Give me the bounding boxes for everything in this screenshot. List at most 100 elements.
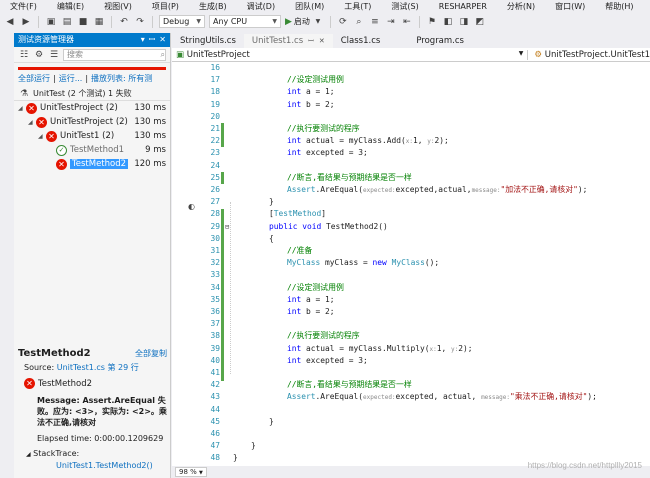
zoom-select[interactable]: 98 % ▼ (175, 467, 207, 477)
line-number: 26 (210, 185, 220, 194)
code-text: myClass = (320, 258, 373, 268)
new-item-icon[interactable]: ▣ (45, 16, 57, 28)
tab-class1[interactable]: Class1.cs (333, 34, 389, 48)
menu-test[interactable]: 测试(S) (378, 0, 425, 13)
bookmark-icon[interactable]: ⚑ (426, 16, 438, 28)
save-all-icon[interactable]: ▦ (93, 16, 105, 28)
source-link[interactable]: UnitTest1.cs 第 29 行 (57, 363, 139, 372)
passed-icon: ✓ (56, 144, 67, 156)
outdent-icon[interactable]: ⇤ (401, 16, 413, 28)
back-icon[interactable]: ◀ (4, 16, 16, 28)
project-dropdown[interactable]: ▣ UnitTestProject ▼ (172, 49, 529, 60)
menu-edit[interactable]: 编辑(E) (44, 0, 91, 13)
pin-icon[interactable]: ꟷ (149, 33, 156, 47)
line-number: 23 (210, 148, 220, 158)
code-text: 1, (413, 136, 428, 146)
code-type: Assert (287, 185, 316, 194)
clear-bookmarks-icon[interactable]: ◩ (474, 16, 486, 28)
code-keyword: new (372, 258, 387, 268)
code-comment: //断言,看结果与预期结果是否一样 (287, 380, 412, 390)
configuration-value: Debug (163, 17, 190, 26)
playlist-link[interactable]: 播放列表: 所有测 (91, 73, 152, 84)
menu-debug[interactable]: 调试(D) (234, 0, 282, 13)
expand-icon[interactable]: ◢ (18, 105, 26, 112)
tree-node-label-selected: TestMethod2 (70, 159, 129, 169)
code-type: MyClass (287, 258, 321, 268)
indent-icon[interactable]: ⇥ (385, 16, 397, 28)
code-text: .AreEqual( (315, 185, 364, 194)
detail-stacktrace: ◢ StackTrace: (18, 449, 167, 458)
stacktrace-link[interactable]: UnitTest1.TestMethod2() (18, 461, 167, 470)
close-icon[interactable]: ✕ (159, 33, 166, 47)
divider: | (85, 74, 89, 83)
copy-all-link[interactable]: 全部复制 (135, 348, 167, 359)
list-icon[interactable]: ☰ (48, 49, 60, 61)
code-comment: //设定测试用例 (287, 282, 344, 292)
tab-stringutils[interactable]: StringUtils.cs (172, 34, 244, 48)
param-hint: y: (427, 138, 435, 146)
code-comment: //执行要测试的程序 (287, 124, 360, 133)
pin-icon[interactable]: ꟷ (308, 34, 314, 48)
forward-icon[interactable]: ▶ (20, 16, 32, 28)
line-number: 18 (210, 87, 220, 97)
dropdown-icon[interactable]: ▾ (141, 33, 145, 47)
menu-file[interactable]: 文件(F) (0, 0, 44, 13)
menu-resharper[interactable]: RESHARPER (426, 0, 494, 13)
code-text: actual = myClass.Add( (301, 136, 406, 146)
failed-icon: ✕ (24, 378, 35, 389)
code-keyword: int (287, 136, 302, 146)
tab-unittest1[interactable]: UnitTest1.cs ꟷ ✕ (243, 34, 333, 48)
close-icon[interactable]: ✕ (319, 34, 325, 48)
tab-program[interactable]: Program.cs (388, 34, 472, 48)
tree-node-label: UnitTest1 (2) (60, 131, 115, 141)
line-number: 35 (210, 294, 220, 304)
save-icon[interactable]: ■ (77, 16, 89, 28)
run-all-link[interactable]: 全部运行 (18, 73, 50, 84)
open-icon[interactable]: ▤ (61, 16, 73, 28)
run-link[interactable]: 运行... (59, 73, 83, 84)
code-text: 2); (458, 343, 473, 353)
tree-node-class[interactable]: ◢ ✕ UnitTest1 (2) 130 ms (14, 129, 170, 143)
failed-icon: ✕ (36, 116, 47, 128)
expand-icon[interactable]: ◢ (28, 119, 36, 126)
next-bookmark-icon[interactable]: ◨ (458, 16, 470, 28)
configuration-select[interactable]: Debug ▼ (159, 15, 205, 28)
line-number: 24 (210, 160, 220, 170)
start-button[interactable]: ▶ 启动 ▼ (285, 16, 324, 28)
expand-icon[interactable]: ◢ (38, 133, 46, 140)
menu-analyze[interactable]: 分析(N) (494, 0, 542, 13)
menu-build[interactable]: 生成(B) (186, 0, 234, 13)
tree-node-testmethod1[interactable]: ✓ TestMethod1 9 ms (14, 143, 170, 157)
menu-view[interactable]: 视图(V) (91, 0, 139, 13)
line-number: 31 (210, 246, 220, 255)
format-icon[interactable]: ≡ (369, 16, 381, 28)
menu-project[interactable]: 项目(P) (139, 0, 186, 13)
menu-window[interactable]: 窗口(W) (542, 0, 592, 13)
class-dropdown[interactable]: ⚙ UnitTestProject.UnitTest1 (528, 50, 650, 60)
code-text: 2); (434, 136, 449, 146)
find-icon[interactable]: ⌕ (353, 16, 365, 28)
line-number: 29 (210, 221, 220, 231)
line-number: 30 (210, 233, 220, 243)
tree-node-project[interactable]: ◢ ✕ UnitTestProject (2) 130 ms (14, 101, 170, 115)
browser-link-icon[interactable]: ⟳ (337, 16, 349, 28)
collapse-icon[interactable]: ⊟ (225, 221, 229, 233)
prev-bookmark-icon[interactable]: ◧ (442, 16, 454, 28)
tree-node-namespace[interactable]: ◢ ✕ UnitTestProject (2) 130 ms (14, 115, 170, 129)
code-keyword: int (287, 343, 302, 353)
collapse-icon[interactable]: ◢ (26, 451, 31, 458)
redo-icon[interactable]: ↷ (134, 16, 146, 28)
group-by-icon[interactable]: ☷ (18, 49, 30, 61)
tree-node-time: 9 ms (145, 145, 166, 155)
line-number: 28 (210, 209, 220, 219)
undo-icon[interactable]: ↶ (118, 16, 130, 28)
menu-team[interactable]: 团队(M) (282, 0, 331, 13)
code-editor[interactable]: ◐ 16 17//设定测试用例 18 int a = 1; 19 int b = 2… (172, 62, 650, 466)
menu-help[interactable]: 帮助(H) (592, 0, 640, 13)
zoom-value: 98 % (179, 468, 197, 476)
menu-tools[interactable]: 工具(T) (331, 0, 378, 13)
settings-icon[interactable]: ⚙ (33, 49, 45, 61)
test-search-input[interactable]: 搜索 ⌕ (63, 48, 166, 61)
tree-node-testmethod2[interactable]: ✕ TestMethod2 120 ms (14, 157, 170, 171)
platform-select[interactable]: Any CPU ▼ (209, 15, 281, 28)
